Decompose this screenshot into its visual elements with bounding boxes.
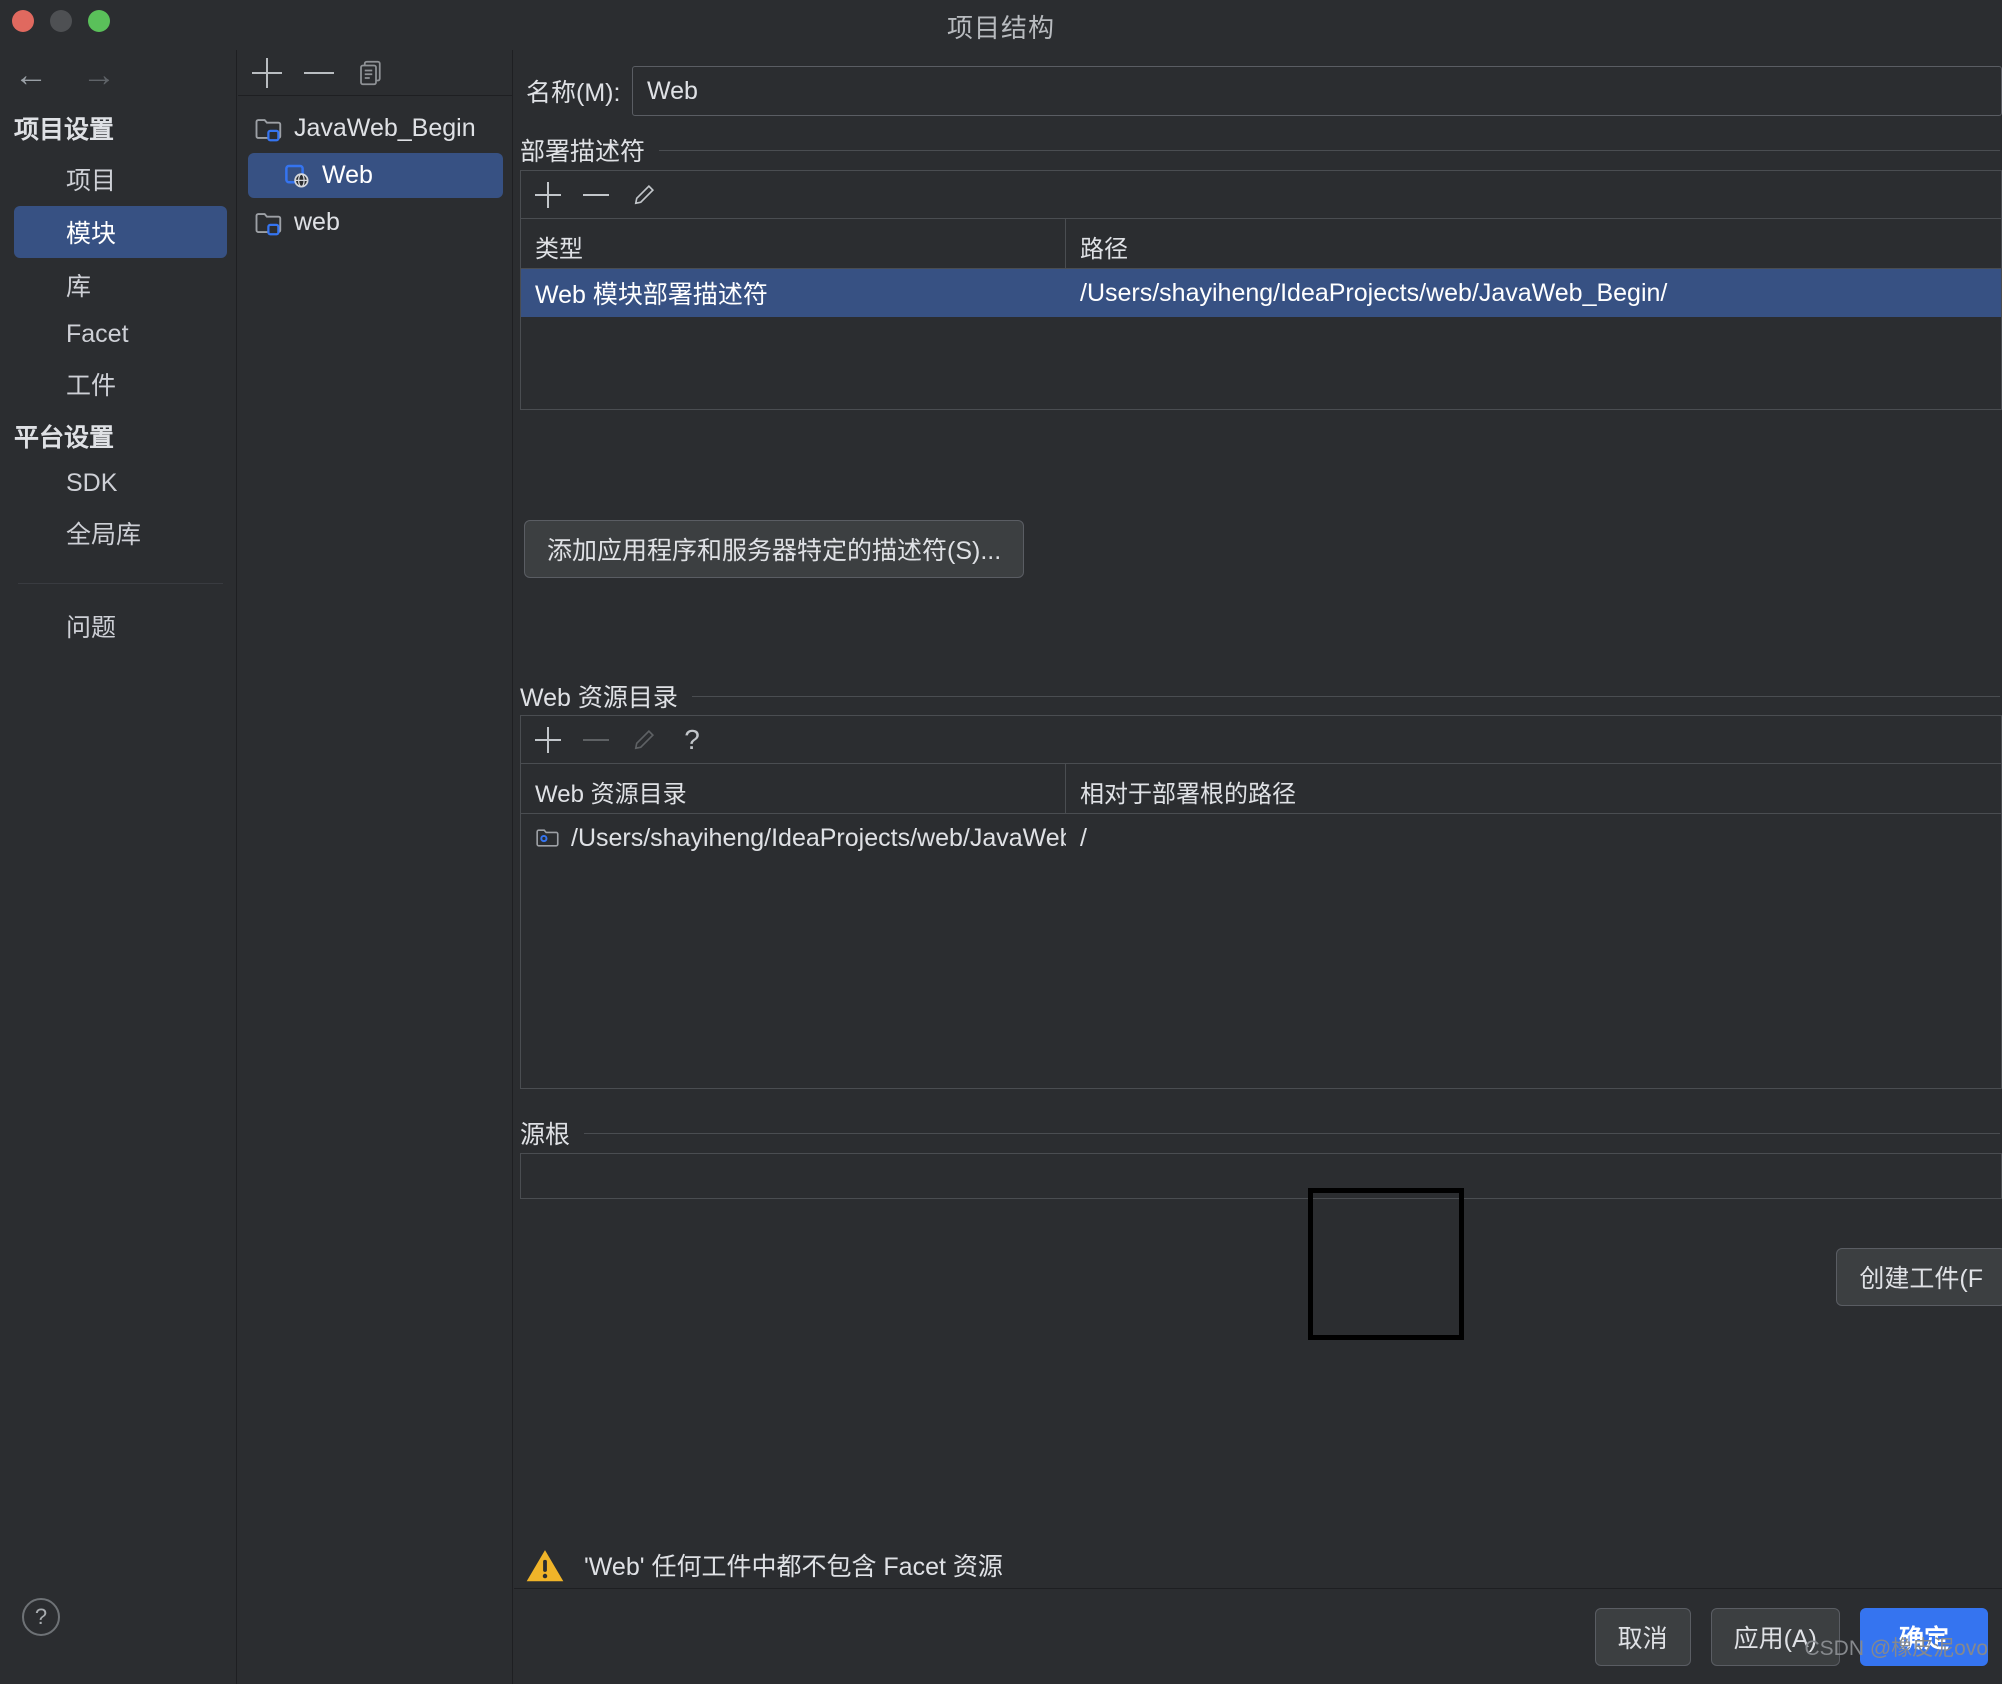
back-arrow-icon[interactable]: ← [14, 58, 48, 92]
web-resource-section-title: Web 资源目录 [520, 678, 2000, 714]
section-rule [584, 1132, 2000, 1134]
deployment-descriptor-section-title: 部署描述符 [520, 132, 2000, 168]
dialog-button-bar: 取消 应用(A) 确定 [514, 1588, 2002, 1684]
sidebar-group-platform-settings: 平台设置 [14, 424, 115, 452]
tree-item-javaweb-begin[interactable]: JavaWeb_Begin [248, 106, 503, 151]
column-header-web-resource-dir: Web 资源目录 [521, 764, 1066, 813]
deployment-descriptor-panel: 类型 路径 Web 模块部署描述符 /Users/shayiheng/IdeaP… [520, 170, 2002, 410]
facet-warning-row: 'Web' 任何工件中都不包含 Facet 资源 [524, 1546, 1003, 1584]
sidebar-item-project[interactable]: 项目 [14, 153, 227, 205]
web-resource-dir-cell: /Users/shayiheng/IdeaProjects/web/JavaWe… [521, 824, 1066, 853]
sidebar-item-libraries[interactable]: 库 [14, 259, 227, 311]
folder-icon [535, 826, 561, 850]
remove-web-resource-icon[interactable] [583, 727, 609, 753]
sidebar-group-project-settings: 项目设置 [14, 116, 115, 144]
tree-item-label: Web [322, 161, 373, 189]
table-row[interactable]: Web 模块部署描述符 /Users/shayiheng/IdeaProject… [521, 269, 2001, 317]
sidebar-item-facets[interactable]: Facet [14, 312, 227, 357]
add-descriptor-icon[interactable] [535, 181, 561, 208]
warning-triangle-icon [524, 1546, 566, 1584]
tree-item-label: web [294, 208, 340, 236]
remove-descriptor-icon[interactable] [583, 182, 609, 208]
watermark: CSDN @橡皮泥ovo [1804, 1637, 1988, 1660]
add-app-server-descriptor-button[interactable]: 添加应用程序和服务器特定的描述符(S)... [524, 520, 1025, 578]
module-name-row: 名称(M): [514, 62, 2002, 120]
sidebar-item-modules[interactable]: 模块 [14, 206, 227, 258]
add-web-resource-icon[interactable] [535, 726, 561, 753]
module-tree-panel: JavaWeb_Begin Web web [238, 50, 513, 1684]
project-structure-dialog: 项目结构 ← → 项目设置 项目 模块 库 Facet 工件 平台设置 SDK … [0, 0, 2002, 1684]
forward-arrow-icon[interactable]: → [82, 58, 116, 92]
title-bar: 项目结构 [0, 0, 2002, 50]
section-label: Web 资源目录 [520, 684, 678, 712]
section-rule [659, 149, 2000, 151]
add-module-icon[interactable] [252, 57, 282, 88]
web-facet-icon [282, 162, 312, 190]
web-resource-panel: ? Web 资源目录 相对于部署根的路径 /Users/shayiheng/Id… [520, 715, 2002, 1089]
web-resource-table-header: Web 资源目录 相对于部署根的路径 [521, 764, 2001, 814]
sidebar-item-sdks[interactable]: SDK [14, 461, 227, 506]
module-tree-items: JavaWeb_Begin Web web [238, 96, 513, 247]
edit-descriptor-icon[interactable] [631, 182, 657, 208]
column-header-path: 路径 [1080, 236, 1128, 263]
facet-warning-text: 'Web' 任何工件中都不包含 Facet 资源 [584, 1553, 1003, 1581]
web-resource-relative-path-cell: / [1080, 823, 1087, 852]
remove-module-icon[interactable] [304, 58, 334, 88]
edit-web-resource-icon[interactable] [631, 727, 657, 753]
navigation-arrows: ← → [14, 58, 116, 92]
module-folder-icon [254, 209, 284, 237]
column-header-type: 类型 [521, 219, 1066, 268]
module-settings-content: 名称(M): 部署描述符 类型 路径 Web [514, 50, 2002, 1684]
section-label: 部署描述符 [520, 138, 646, 166]
web-resource-toolbar: ? [521, 716, 2001, 764]
section-label: 源根 [520, 1121, 571, 1149]
source-root-panel [520, 1153, 2002, 1199]
source-root-section-title: 源根 [520, 1115, 2000, 1151]
create-artifact-button[interactable]: 创建工件(F [1836, 1248, 2002, 1306]
sidebar-list: 项目设置 项目 模块 库 Facet 工件 平台设置 SDK 全局库 问题 [0, 102, 237, 653]
module-name-label: 名称(M): [526, 79, 621, 107]
help-button[interactable]: ? [22, 1598, 60, 1636]
sidebar-item-problems[interactable]: 问题 [14, 600, 227, 652]
tree-item-web-facet[interactable]: Web [248, 153, 503, 198]
settings-sidebar: ← → 项目设置 项目 模块 库 Facet 工件 平台设置 SDK 全局库 问… [0, 50, 237, 1684]
section-rule [691, 695, 2000, 697]
descriptor-type-cell: Web 模块部署描述符 [535, 281, 768, 309]
module-name-input[interactable] [632, 66, 2002, 116]
sidebar-item-artifacts[interactable]: 工件 [14, 358, 227, 410]
copy-module-icon[interactable] [356, 58, 386, 88]
web-resource-help-icon[interactable]: ? [679, 725, 705, 753]
module-folder-icon [254, 115, 284, 143]
module-tree-toolbar [238, 50, 513, 96]
column-header-relative-path: 相对于部署根的路径 [1080, 781, 1296, 808]
cancel-button[interactable]: 取消 [1594, 1607, 1691, 1666]
web-resource-dir-text: /Users/shayiheng/IdeaProjects/web/JavaWe… [571, 823, 1066, 852]
sidebar-item-global-libraries[interactable]: 全局库 [14, 507, 227, 559]
table-row[interactable]: /Users/shayiheng/IdeaProjects/web/JavaWe… [521, 814, 2001, 862]
deployment-descriptor-toolbar [521, 171, 2001, 219]
deployment-table-header: 类型 路径 [521, 219, 2001, 269]
descriptor-path-cell: /Users/shayiheng/IdeaProjects/web/JavaWe… [1080, 278, 1668, 307]
tree-item-web[interactable]: web [248, 200, 503, 245]
window-title: 项目结构 [946, 13, 1055, 43]
sidebar-divider [18, 583, 223, 584]
tree-item-label: JavaWeb_Begin [294, 114, 476, 142]
